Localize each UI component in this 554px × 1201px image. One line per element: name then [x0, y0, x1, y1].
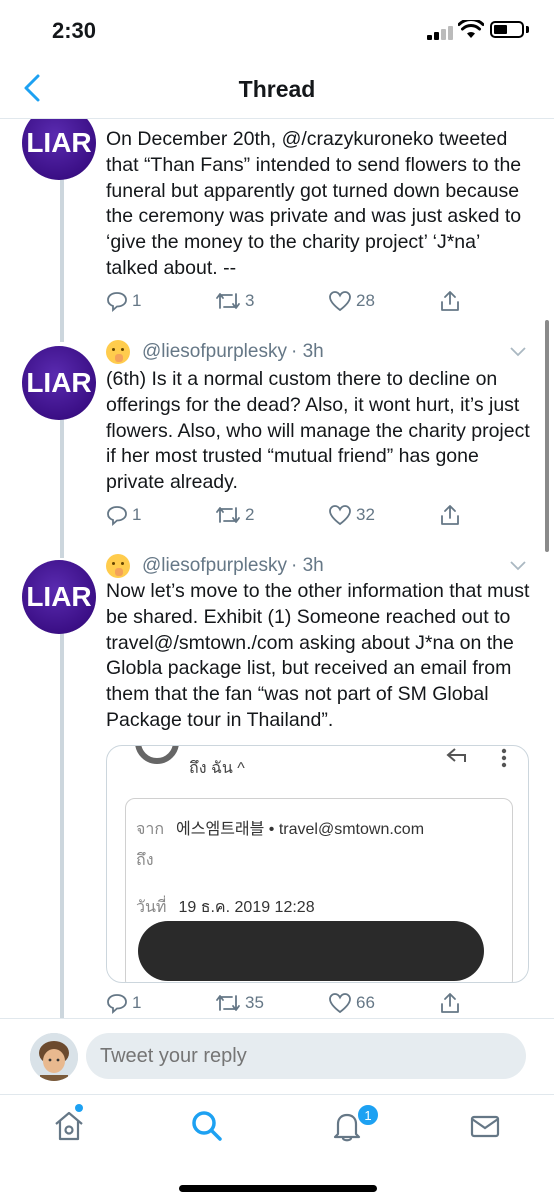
mail-icon — [470, 1115, 500, 1138]
reply-button[interactable]: 1 — [106, 990, 141, 1016]
like-button[interactable]: 66 — [328, 990, 375, 1016]
avatar[interactable]: LIAR — [22, 560, 96, 634]
cellular-signal-icon — [427, 24, 455, 40]
tweet-time: · 3h — [290, 555, 324, 576]
email-date-row: วันที่ 19 ธ.ค. 2019 12:28 — [136, 899, 315, 916]
tab-messages[interactable] — [468, 1109, 504, 1145]
share-button[interactable] — [439, 288, 465, 314]
share-button[interactable] — [439, 502, 465, 528]
email-details-box: จาก 에스엠트래블 • travel@smtown.com ถึง วันที่… — [125, 798, 513, 982]
tweet-header: @liesofpurplesky · 3h — [106, 340, 324, 364]
retweet-icon — [216, 293, 240, 309]
tweet-header: @liesofpurplesky · 3h — [106, 554, 324, 578]
reply-icon — [107, 292, 127, 312]
heart-icon — [329, 505, 351, 526]
reply-icon — [107, 994, 127, 1014]
wifi-icon — [458, 20, 484, 38]
reply-count: 1 — [132, 505, 142, 524]
like-button[interactable]: 28 — [328, 288, 375, 314]
thread-list: LIAR On December 20th, @/crazykuroneko t… — [0, 118, 554, 1018]
status-bar: 2:30 — [0, 0, 554, 60]
sender-avatar-partial — [135, 746, 179, 764]
notifications-badge: 1 — [356, 1103, 380, 1127]
tweet-time: · 3h — [290, 341, 324, 362]
email-from-row: จาก 에스엠트래블 • travel@smtown.com — [136, 821, 425, 838]
like-count: 66 — [356, 993, 375, 1012]
navigation-bar: Thread — [0, 60, 554, 119]
home-indicator[interactable] — [179, 1185, 377, 1192]
tab-home[interactable] — [52, 1109, 88, 1145]
chevron-down-icon[interactable] — [510, 347, 526, 357]
battery-icon — [490, 21, 524, 38]
thread-connector-line — [60, 628, 64, 1018]
share-icon — [441, 505, 459, 525]
chevron-down-icon[interactable] — [510, 561, 526, 571]
redaction-bar — [138, 921, 484, 981]
tab-search[interactable] — [190, 1109, 226, 1145]
share-icon — [441, 993, 459, 1013]
email-recipient-header: ถึง ฉัน ^ — [189, 760, 245, 777]
share-icon — [441, 291, 459, 311]
retweet-count: 3 — [245, 291, 255, 310]
reply-icon — [107, 506, 127, 526]
more-vertical-icon — [501, 748, 507, 768]
reply-count: 1 — [132, 291, 142, 310]
tweet-actions: 1 35 66 — [106, 990, 466, 1016]
retweet-count: 2 — [245, 505, 255, 524]
retweet-button[interactable]: 35 — [215, 990, 264, 1016]
thread-connector-line — [60, 418, 64, 558]
avatar[interactable] — [30, 1033, 78, 1081]
shushing-face-emoji-icon — [106, 340, 130, 364]
like-count: 32 — [356, 505, 375, 524]
like-count: 28 — [356, 291, 375, 310]
email-header: ถึง ฉัน ^ — [107, 746, 528, 792]
tweet-text: On December 20th, @/crazykuroneko tweete… — [106, 128, 522, 279]
home-icon — [55, 1111, 83, 1141]
reply-arrow-icon — [446, 748, 466, 762]
retweet-icon — [216, 995, 240, 1011]
reply-count: 1 — [132, 993, 142, 1012]
like-button[interactable]: 32 — [328, 502, 375, 528]
reply-composer-bar — [0, 1018, 554, 1095]
status-time: 2:30 — [52, 18, 97, 43]
user-handle[interactable]: @liesofpurplesky — [142, 341, 287, 363]
share-button[interactable] — [439, 990, 465, 1016]
scrollbar[interactable] — [545, 320, 549, 552]
retweet-button[interactable]: 3 — [215, 288, 254, 314]
avatar[interactable]: LIAR — [22, 118, 96, 180]
tweet-text: (6th) Is it a normal custom there to dec… — [106, 368, 530, 494]
email-to-row: ถึง — [136, 852, 154, 869]
tweet-actions: 1 2 32 — [106, 502, 466, 528]
retweet-count: 35 — [245, 993, 264, 1012]
heart-icon — [329, 291, 351, 312]
reply-input[interactable] — [86, 1033, 526, 1079]
reply-button[interactable]: 1 — [106, 502, 141, 528]
new-content-dot — [75, 1104, 83, 1112]
heart-icon — [329, 993, 351, 1014]
tweet-text: Now let’s move to the other information … — [106, 580, 530, 731]
thread-connector-line — [60, 172, 64, 342]
email-screenshot-image[interactable]: ถึง ฉัน ^ จาก 에스엠트래블 • travel@smtown.com … — [106, 745, 529, 983]
reply-button[interactable]: 1 — [106, 288, 141, 314]
user-handle[interactable]: @liesofpurplesky — [142, 555, 287, 577]
battery-cap — [526, 26, 529, 33]
page-title: Thread — [238, 76, 316, 102]
avatar[interactable]: LIAR — [22, 346, 96, 420]
search-icon — [192, 1111, 222, 1141]
user-avatar-image — [30, 1033, 78, 1081]
shushing-face-emoji-icon — [106, 554, 130, 578]
retweet-button[interactable]: 2 — [215, 502, 254, 528]
tweet-actions: 1 3 28 — [106, 288, 466, 314]
retweet-icon — [216, 507, 240, 523]
